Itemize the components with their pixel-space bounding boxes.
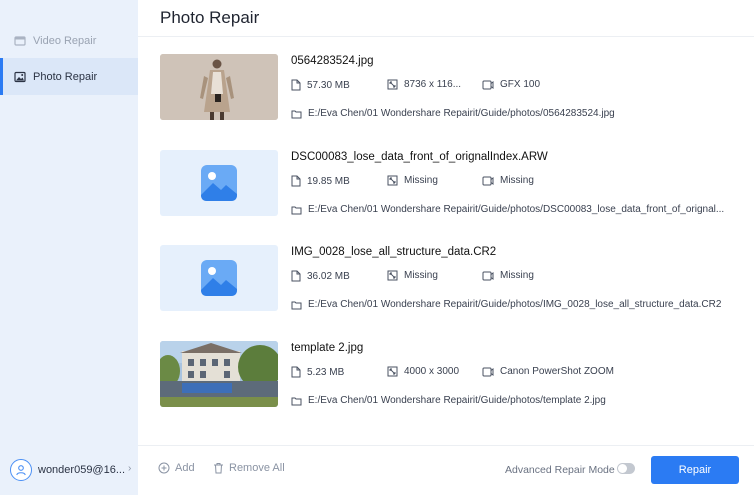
file-icon bbox=[291, 366, 301, 378]
trash-icon bbox=[214, 463, 223, 474]
resolution-icon bbox=[387, 79, 398, 90]
thumbnail-placeholder bbox=[160, 245, 278, 311]
file-path: E:/Eva Chen/01 Wondershare Repairit/Guid… bbox=[291, 108, 615, 119]
sidebar-item-label: Photo Repair bbox=[33, 70, 98, 83]
file-size: 36.02 MB bbox=[291, 270, 350, 282]
plus-circle-icon bbox=[158, 462, 170, 474]
camera-icon bbox=[482, 80, 494, 89]
account-menu[interactable]: wonder059@16... bbox=[10, 458, 125, 482]
resolution-icon bbox=[387, 270, 398, 281]
file-size: 5.23 MB bbox=[291, 366, 344, 378]
advanced-repair-mode-toggle[interactable] bbox=[617, 463, 635, 474]
footer-bar: Add Remove All Advanced Repair Mode Repa… bbox=[138, 445, 754, 495]
file-name: IMG_0028_lose_all_structure_data.CR2 bbox=[291, 246, 497, 258]
thumbnail-woman-photo bbox=[160, 54, 278, 120]
camera-icon bbox=[482, 176, 494, 185]
folder-icon bbox=[291, 397, 302, 405]
main-panel: Photo Repair 0564283524.jpg 57.30 MB 873… bbox=[138, 0, 754, 495]
file-camera: Missing bbox=[482, 270, 534, 281]
resolution-icon bbox=[387, 366, 398, 377]
file-name: template 2.jpg bbox=[291, 342, 364, 354]
divider bbox=[138, 36, 754, 37]
file-name: DSC00083_lose_data_front_of_orignalIndex… bbox=[291, 151, 548, 163]
remove-all-button[interactable]: Remove All bbox=[213, 462, 285, 474]
file-path: E:/Eva Chen/01 Wondershare Repairit/Guid… bbox=[291, 299, 721, 310]
file-size: 57.30 MB bbox=[291, 79, 350, 91]
thumbnail-building-photo bbox=[160, 341, 278, 407]
file-resolution: Missing bbox=[387, 270, 438, 281]
file-icon bbox=[291, 270, 301, 282]
file-resolution: 8736 x 116... bbox=[387, 79, 461, 90]
file-resolution: Missing bbox=[387, 175, 438, 186]
sidebar: Video Repair Photo Repair wonder059@16..… bbox=[0, 0, 138, 495]
sidebar-item-photo-repair[interactable]: Photo Repair bbox=[0, 58, 138, 95]
file-row[interactable]: template 2.jpg 5.23 MB 4000 x 3000 Canon… bbox=[160, 341, 740, 409]
file-size: 19.85 MB bbox=[291, 175, 350, 187]
chevron-right-icon[interactable]: › bbox=[128, 463, 131, 474]
file-camera: Canon PowerShot ZOOM bbox=[482, 366, 614, 377]
file-path: E:/Eva Chen/01 Wondershare Repairit/Guid… bbox=[291, 395, 606, 406]
file-row[interactable]: 0564283524.jpg 57.30 MB 8736 x 116... GF… bbox=[160, 54, 740, 122]
repair-button[interactable]: Repair bbox=[651, 456, 739, 484]
camera-icon bbox=[482, 271, 494, 280]
file-resolution: 4000 x 3000 bbox=[387, 366, 459, 377]
sidebar-item-video-repair[interactable]: Video Repair bbox=[0, 22, 138, 59]
image-placeholder-icon bbox=[201, 165, 237, 201]
video-icon bbox=[14, 35, 26, 47]
page-title: Photo Repair bbox=[160, 8, 260, 27]
sidebar-item-label: Video Repair bbox=[33, 34, 97, 47]
resolution-icon bbox=[387, 175, 398, 186]
file-camera: GFX 100 bbox=[482, 79, 540, 90]
file-name: 0564283524.jpg bbox=[291, 55, 374, 67]
advanced-repair-mode-label: Advanced Repair Mode bbox=[505, 464, 615, 476]
file-path: E:/Eva Chen/01 Wondershare Repairit/Guid… bbox=[291, 204, 724, 215]
folder-icon bbox=[291, 110, 302, 118]
camera-icon bbox=[482, 367, 494, 376]
thumbnail-placeholder bbox=[160, 150, 278, 216]
file-camera: Missing bbox=[482, 175, 534, 186]
file-icon bbox=[291, 175, 301, 187]
add-button[interactable]: Add bbox=[158, 462, 195, 474]
folder-icon bbox=[291, 206, 302, 214]
account-label: wonder059@16... bbox=[38, 464, 126, 476]
image-placeholder-icon bbox=[201, 260, 237, 296]
user-icon bbox=[10, 459, 32, 481]
photo-icon bbox=[14, 71, 26, 83]
file-row[interactable]: IMG_0028_lose_all_structure_data.CR2 36.… bbox=[160, 245, 740, 313]
folder-icon bbox=[291, 301, 302, 309]
file-row[interactable]: DSC00083_lose_data_front_of_orignalIndex… bbox=[160, 150, 740, 218]
file-icon bbox=[291, 79, 301, 91]
